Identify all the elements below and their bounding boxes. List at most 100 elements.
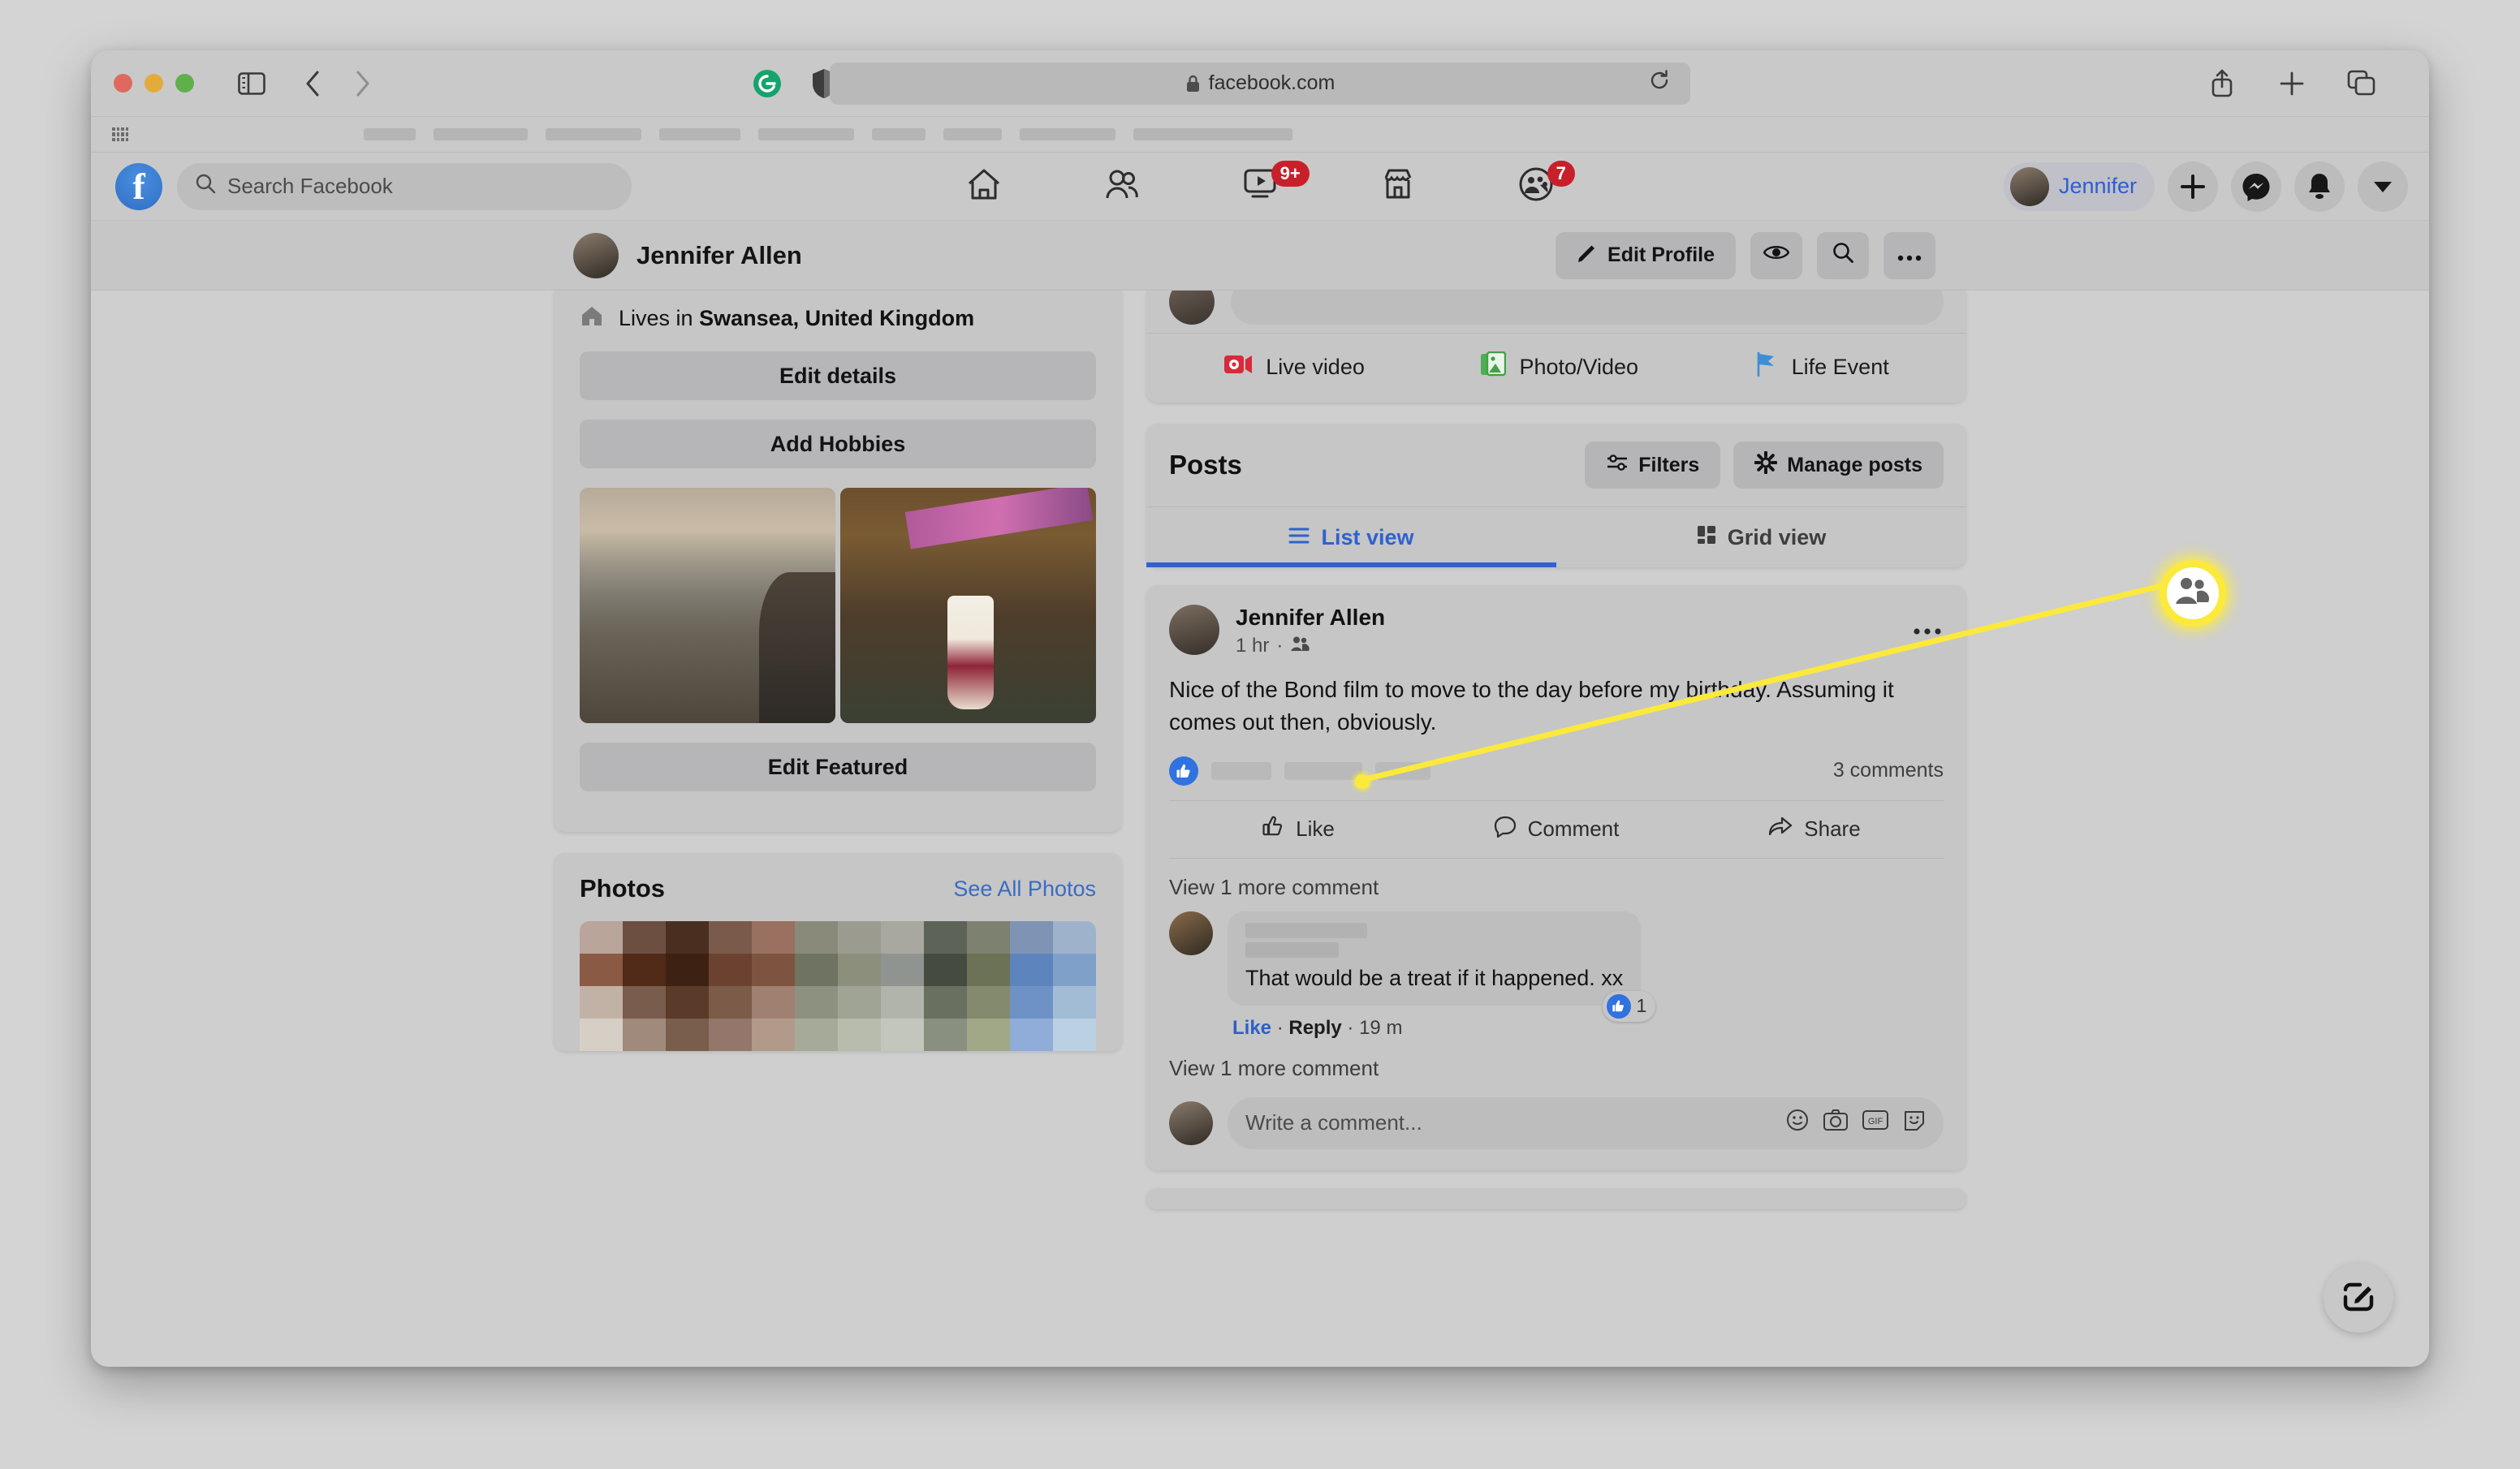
bookmark-items[interactable] <box>364 128 1292 140</box>
manage-posts-button[interactable]: Manage posts <box>1733 442 1944 489</box>
add-hobbies-button[interactable]: Add Hobbies <box>580 420 1096 468</box>
post-reactions[interactable] <box>1169 756 1430 786</box>
comment-like-count[interactable]: 1 <box>1602 990 1656 1022</box>
mosaic-cell <box>666 1019 709 1051</box>
friends-audience-icon[interactable] <box>1290 635 1310 657</box>
mosaic-cell <box>1053 954 1096 986</box>
tab-overview-icon[interactable] <box>2343 65 2380 102</box>
avatar[interactable] <box>1169 911 1213 955</box>
bookmark-item[interactable] <box>364 128 416 140</box>
emoji-icon[interactable] <box>1786 1109 1809 1137</box>
bookmark-item[interactable] <box>758 128 854 140</box>
notifications-button[interactable] <box>2294 161 2345 212</box>
intro-card: Lives in Swansea, United Kingdom Edit de… <box>554 291 1122 832</box>
nav-watch[interactable]: 9+ <box>1191 153 1329 221</box>
avatar[interactable] <box>1169 605 1219 655</box>
bookmarks-bar[interactable] <box>91 117 2429 153</box>
mosaic-cell <box>967 986 1010 1019</box>
photo-mosaic[interactable] <box>580 921 1096 1051</box>
view-more-comments-bottom[interactable]: View 1 more comment <box>1146 1040 1966 1089</box>
right-column: Live video Photo/Video Life Event Posts … <box>1146 291 1966 1367</box>
messenger-button[interactable] <box>2231 161 2281 212</box>
filters-label: Filters <box>1638 453 1700 476</box>
lock-icon <box>1185 74 1201 93</box>
photos-card-header: Photos See All Photos <box>580 874 1096 903</box>
mosaic-cell <box>1010 986 1053 1019</box>
browser-toolbar-right[interactable] <box>2203 65 2380 102</box>
nav-home[interactable] <box>915 153 1053 221</box>
nav-friends[interactable] <box>1053 153 1191 221</box>
composer-actions: Live video Photo/Video Life Event <box>1146 333 1966 403</box>
post-author[interactable]: Jennifer Allen <box>1236 605 1385 631</box>
life-event-button[interactable]: Life Event <box>1754 351 1889 383</box>
share-icon[interactable] <box>2203 65 2241 102</box>
post-more-button[interactable] <box>1913 611 1942 643</box>
bookmark-item[interactable] <box>943 128 1002 140</box>
edit-profile-button[interactable]: Edit Profile <box>1556 231 1736 279</box>
photo-video-button[interactable]: Photo/Video <box>1480 351 1638 383</box>
composer-input[interactable] <box>1231 291 1944 325</box>
facebook-page: f Search Facebook 9+ 7 Jennifer Jennifer… <box>91 153 2429 1367</box>
comments-count[interactable]: 3 comments <box>1833 759 1944 782</box>
comment-reply-link[interactable]: Reply <box>1288 1017 1341 1039</box>
mosaic-cell <box>666 921 709 954</box>
bookmarks-grid-icon[interactable] <box>112 127 128 142</box>
gif-icon[interactable]: GIF <box>1862 1110 1888 1135</box>
posts-title: Posts <box>1169 450 1242 480</box>
comment-tools: GIF <box>1786 1109 1926 1137</box>
like-button[interactable]: Like <box>1169 801 1427 858</box>
mosaic-cell <box>666 954 709 986</box>
mosaic-cell <box>623 921 666 954</box>
view-as-button[interactable] <box>1750 231 1802 279</box>
mosaic-cell <box>580 921 623 954</box>
page-title: Jennifer Allen <box>636 240 802 269</box>
profile-name-label: Jennifer <box>2058 174 2137 198</box>
account-menu-button[interactable] <box>2358 161 2408 212</box>
featured-photo-1[interactable] <box>580 488 835 723</box>
create-button[interactable] <box>2168 161 2218 212</box>
comment-button[interactable]: Comment <box>1427 801 1685 858</box>
profile-search-button[interactable] <box>1817 231 1869 279</box>
bookmark-item[interactable] <box>434 128 528 140</box>
compose-fab-button[interactable] <box>2324 1263 2393 1333</box>
bookmark-item[interactable] <box>872 128 926 140</box>
post-stats: 3 comments <box>1146 739 1966 800</box>
share-button[interactable]: Share <box>1685 801 1944 858</box>
address-bar[interactable]: facebook.com <box>830 62 1690 105</box>
bookmark-item[interactable] <box>659 128 740 140</box>
profile-identity[interactable]: Jennifer Allen <box>573 232 802 278</box>
filters-icon <box>1606 453 1629 478</box>
tab-grid-view[interactable]: Grid view <box>1556 507 1966 567</box>
facebook-account-controls: Jennifer <box>2003 161 2408 212</box>
profile-chip[interactable]: Jennifer <box>2003 162 2155 211</box>
edit-featured-button[interactable]: Edit Featured <box>580 743 1096 791</box>
search-input[interactable]: Search Facebook <box>177 162 632 210</box>
plus-icon[interactable] <box>2273 65 2311 102</box>
bookmark-item[interactable] <box>546 128 641 140</box>
comment-actions: Like · Reply · 19 m <box>1228 1006 1641 1040</box>
camera-icon[interactable] <box>1823 1109 1848 1136</box>
filters-button[interactable]: Filters <box>1585 442 1721 489</box>
see-all-photos-link[interactable]: See All Photos <box>953 877 1096 902</box>
write-comment-input[interactable]: Write a comment... GIF <box>1228 1096 1944 1149</box>
edit-details-button[interactable]: Edit details <box>580 351 1096 400</box>
featured-photo-2[interactable] <box>840 488 1096 723</box>
reload-icon[interactable] <box>1648 69 1671 97</box>
callout-anchor-dot <box>1355 774 1370 789</box>
bookmark-item[interactable] <box>1133 128 1292 140</box>
tab-list-view[interactable]: List view <box>1146 507 1556 567</box>
featured-photos[interactable] <box>580 488 1096 723</box>
bookmark-item[interactable] <box>1020 128 1115 140</box>
comment-like-number: 1 <box>1636 995 1647 1016</box>
sticker-icon[interactable] <box>1903 1109 1926 1137</box>
facebook-logo-icon[interactable]: f <box>115 162 162 210</box>
reactor-name-blur <box>1211 761 1271 780</box>
view-more-comments-top[interactable]: View 1 more comment <box>1146 859 1966 908</box>
comment-like-link[interactable]: Like <box>1232 1017 1271 1039</box>
mosaic-cell <box>924 921 967 954</box>
live-video-button[interactable]: Live video <box>1223 352 1365 382</box>
mosaic-cell <box>881 1019 924 1051</box>
profile-more-button[interactable] <box>1884 231 1935 279</box>
nav-marketplace[interactable] <box>1329 153 1467 221</box>
nav-groups[interactable]: 7 <box>1467 153 1605 221</box>
